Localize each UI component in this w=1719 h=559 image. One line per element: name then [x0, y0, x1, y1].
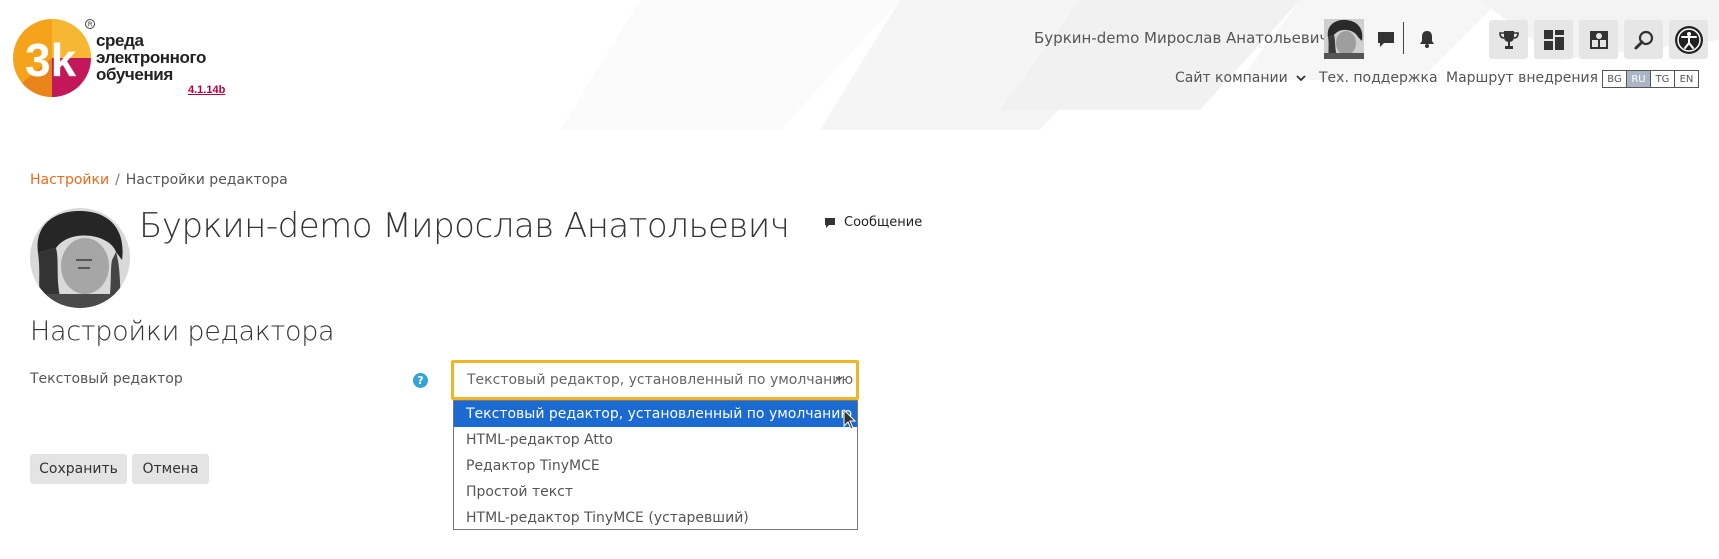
- message-icon: [825, 217, 835, 228]
- trophy-button[interactable]: [1489, 20, 1528, 59]
- breadcrumb-current: Настройки редактора: [125, 172, 288, 188]
- header-background: [560, 0, 1719, 130]
- help-icon[interactable]: ?: [413, 373, 428, 388]
- chevron-down-icon: [835, 376, 843, 381]
- header-divider: [1403, 22, 1404, 54]
- header-avatar[interactable]: [1324, 19, 1364, 59]
- logo-mark-icon: 3k R: [13, 19, 95, 98]
- cancel-button[interactable]: Отмена: [132, 454, 209, 484]
- lang-en[interactable]: EN: [1674, 70, 1699, 88]
- version-label[interactable]: 4.1.14b: [188, 84, 225, 96]
- nav-support[interactable]: Тех. поддержка: [1319, 70, 1438, 86]
- breadcrumb-settings-link[interactable]: Настройки: [30, 172, 109, 188]
- search-icon: [1634, 30, 1653, 49]
- message-label: Сообщение: [844, 215, 923, 230]
- breadcrumb: Настройки / Настройки редактора: [30, 172, 288, 188]
- chat-icon[interactable]: [1372, 25, 1400, 53]
- profile-name: Буркин-demo Мирослав Анатольевич: [139, 206, 790, 246]
- puzzle-button[interactable]: [1579, 20, 1618, 59]
- dropdown-option-atto[interactable]: HTML-редактор Atto: [454, 427, 857, 453]
- dropdown-option-plaintext[interactable]: Простой текст: [454, 479, 857, 505]
- nav-route[interactable]: Маршрут внедрения: [1446, 70, 1598, 86]
- lang-ru[interactable]: RU: [1626, 70, 1651, 88]
- language-switcher: BG RU TG EN: [1602, 70, 1699, 88]
- logo-line-1: среда: [96, 31, 144, 50]
- accessibility-button[interactable]: [1669, 20, 1708, 59]
- chevron-down-icon: [1296, 75, 1306, 82]
- puzzle-icon: [1589, 30, 1608, 49]
- site-logo[interactable]: 3k R среда электронного обучения 4.1.14b: [12, 16, 242, 98]
- profile-avatar: [30, 208, 130, 308]
- mouse-cursor-icon: [843, 409, 857, 430]
- trophy-icon: [1498, 30, 1519, 49]
- editor-select[interactable]: Текстовый редактор, установленный по умо…: [451, 360, 859, 400]
- nav-company-site-label: Сайт компании: [1175, 70, 1288, 86]
- logo-line-3: обучения: [96, 65, 173, 84]
- lang-bg[interactable]: BG: [1602, 70, 1627, 88]
- page-title: Настройки редактора: [30, 316, 335, 347]
- nav-company-site[interactable]: Сайт компании: [1175, 70, 1306, 86]
- logo-text: среда электронного обучения: [96, 32, 206, 83]
- breadcrumb-separator: /: [115, 172, 120, 188]
- bell-icon[interactable]: [1413, 25, 1441, 53]
- editor-field-label: Текстовый редактор: [30, 371, 183, 387]
- save-button[interactable]: Сохранить: [30, 454, 127, 484]
- dropdown-option-tinymce[interactable]: Редактор TinyMCE: [454, 453, 857, 479]
- svg-text:3k: 3k: [25, 34, 77, 86]
- accessibility-icon: [1674, 25, 1703, 54]
- svg-text:R: R: [88, 21, 93, 29]
- dashboard-button[interactable]: [1534, 20, 1573, 59]
- editor-dropdown-list: Текстовый редактор, установленный по умо…: [453, 400, 858, 530]
- dropdown-option-tinymce-legacy[interactable]: HTML-редактор TinyMCE (устаревший): [454, 505, 857, 531]
- editor-select-value: Текстовый редактор, установленный по умо…: [467, 372, 854, 388]
- header-user-name[interactable]: Буркин-demo Мирослав Анатольевич: [1034, 29, 1328, 47]
- lang-tg[interactable]: TG: [1650, 70, 1675, 88]
- dropdown-option-default[interactable]: Текстовый редактор, установленный по умо…: [454, 401, 857, 427]
- send-message-link[interactable]: Сообщение: [824, 215, 922, 230]
- dashboard-icon: [1543, 29, 1564, 50]
- logo-line-2: электронного: [96, 48, 206, 67]
- search-button[interactable]: [1624, 20, 1663, 59]
